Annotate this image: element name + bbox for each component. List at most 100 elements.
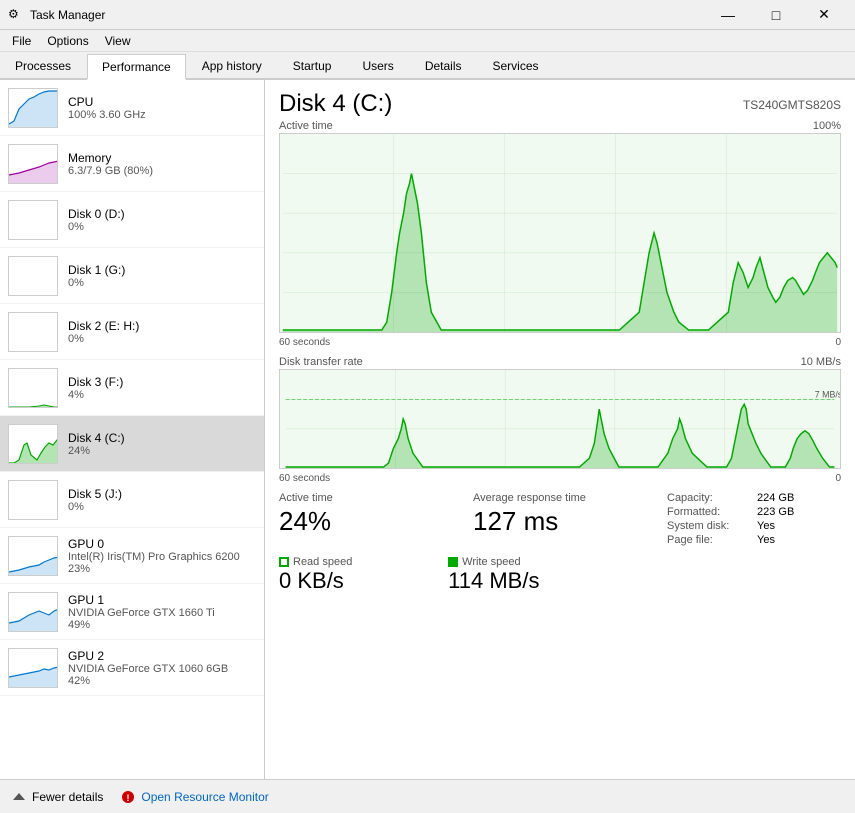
sidebar-item-disk3[interactable]: Disk 3 (F:) 4% (0, 360, 264, 416)
active-time-time-labels: 60 seconds 0 (279, 337, 841, 348)
open-resource-monitor-button[interactable]: ! Open Resource Monitor (119, 788, 268, 806)
sidebar-item-disk2[interactable]: Disk 2 (E: H:) 0% (0, 304, 264, 360)
tab-users[interactable]: Users (347, 52, 408, 78)
gpu1-info: GPU 1 NVIDIA GeForce GTX 1660 Ti 49% (68, 593, 256, 631)
disk5-name: Disk 5 (J:) (68, 487, 256, 501)
transfer-rate-label-row: Disk transfer rate 10 MB/s (279, 356, 841, 368)
maximize-button[interactable]: □ (753, 0, 799, 30)
menu-bar: File Options View (0, 30, 855, 52)
disk0-value: 0% (68, 221, 256, 233)
sidebar-item-gpu1[interactable]: GPU 1 NVIDIA GeForce GTX 1660 Ti 49% (0, 584, 264, 640)
gpu0-value: Intel(R) Iris(TM) Pro Graphics 6200 (68, 551, 256, 563)
write-speed-label-row: Write speed (448, 556, 597, 568)
memory-name: Memory (68, 151, 256, 165)
disk5-thumbnail (8, 480, 58, 520)
gpu2-thumbnail (8, 648, 58, 688)
page-file-row: Page file: Yes (667, 534, 841, 546)
disk3-thumbnail (8, 368, 58, 408)
speed-block: Read speed 0 KB/s Write speed 114 MB/s (279, 556, 841, 594)
sidebar-item-disk0[interactable]: Disk 0 (D:) 0% (0, 192, 264, 248)
tab-bar: Processes Performance App history Startu… (0, 52, 855, 80)
disk1-info: Disk 1 (G:) 0% (68, 263, 256, 289)
system-disk-val: Yes (757, 520, 775, 532)
write-speed-dot (448, 557, 458, 567)
active-time-stat-label: Active time (279, 492, 453, 504)
disk0-info: Disk 0 (D:) 0% (68, 207, 256, 233)
write-speed-item: Write speed 114 MB/s (448, 556, 597, 594)
system-disk-key: System disk: (667, 520, 757, 532)
disk2-info: Disk 2 (E: H:) 0% (68, 319, 256, 345)
gpu0-percent: 23% (68, 563, 256, 575)
menu-file[interactable]: File (4, 32, 39, 50)
fewer-details-label: Fewer details (32, 790, 103, 804)
tab-startup[interactable]: Startup (278, 52, 347, 78)
page-file-val: Yes (757, 534, 775, 546)
sidebar-item-cpu[interactable]: CPU 100% 3.60 GHz (0, 80, 264, 136)
tab-details[interactable]: Details (410, 52, 477, 78)
close-button[interactable]: ✕ (801, 0, 847, 30)
cpu-thumbnail (8, 88, 58, 128)
formatted-row: Formatted: 223 GB (667, 506, 841, 518)
sidebar-item-disk4[interactable]: Disk 4 (C:) 24% (0, 416, 264, 472)
active-time-chart (279, 133, 841, 333)
disk4-thumbnail (8, 424, 58, 464)
system-disk-row: System disk: Yes (667, 520, 841, 532)
tab-app-history[interactable]: App history (187, 52, 277, 78)
avg-response-value: 127 ms (473, 506, 647, 537)
gpu1-percent: 49% (68, 619, 256, 631)
memory-thumbnail (8, 144, 58, 184)
svg-text:!: ! (127, 793, 130, 803)
active-time-60s: 60 seconds (279, 337, 330, 348)
disk-model: TS240GMTS820S (743, 98, 841, 112)
read-speed-label: Read speed (293, 556, 352, 568)
avg-response-label: Average response time (473, 492, 647, 504)
active-time-label-row: Active time 100% (279, 120, 841, 132)
disk4-name: Disk 4 (C:) (68, 431, 256, 445)
menu-options[interactable]: Options (39, 32, 96, 50)
resource-monitor-icon: ! (119, 788, 137, 806)
sidebar-item-disk5[interactable]: Disk 5 (J:) 0% (0, 472, 264, 528)
disk-info-grid: Capacity: 224 GB Formatted: 223 GB Syste… (667, 492, 841, 548)
svg-text:7 MB/s: 7 MB/s (815, 389, 840, 399)
page-file-key: Page file: (667, 534, 757, 546)
disk2-value: 0% (68, 333, 256, 345)
disk3-name: Disk 3 (F:) (68, 375, 256, 389)
tab-processes[interactable]: Processes (0, 52, 86, 78)
fewer-details-button[interactable]: Fewer details (10, 788, 103, 806)
formatted-key: Formatted: (667, 506, 757, 518)
cpu-info: CPU 100% 3.60 GHz (68, 95, 256, 121)
transfer-rate-max: 10 MB/s (801, 356, 841, 368)
tab-services[interactable]: Services (478, 52, 554, 78)
tab-performance[interactable]: Performance (87, 54, 186, 80)
disk1-value: 0% (68, 277, 256, 289)
gpu1-value: NVIDIA GeForce GTX 1660 Ti (68, 607, 256, 619)
active-time-stat: Active time 24% (279, 492, 453, 548)
disk5-value: 0% (68, 501, 256, 513)
gpu0-thumbnail (8, 536, 58, 576)
gpu2-percent: 42% (68, 675, 256, 687)
avg-response-stat: Average response time 127 ms (473, 492, 647, 548)
gpu2-name: GPU 2 (68, 649, 256, 663)
active-time-0s: 0 (835, 337, 841, 348)
transfer-time-labels: 60 seconds 0 (279, 473, 841, 484)
sidebar-item-memory[interactable]: Memory 6.3/7.9 GB (80%) (0, 136, 264, 192)
disk4-info: Disk 4 (C:) 24% (68, 431, 256, 457)
capacity-row: Capacity: 224 GB (667, 492, 841, 504)
sidebar-item-gpu2[interactable]: GPU 2 NVIDIA GeForce GTX 1060 6GB 42% (0, 640, 264, 696)
disk-title: Disk 4 (C:) (279, 90, 392, 118)
memory-info: Memory 6.3/7.9 GB (80%) (68, 151, 256, 177)
disk2-name: Disk 2 (E: H:) (68, 319, 256, 333)
cpu-name: CPU (68, 95, 256, 109)
write-speed-label: Write speed (462, 556, 521, 568)
sidebar-item-gpu0[interactable]: GPU 0 Intel(R) Iris(TM) Pro Graphics 620… (0, 528, 264, 584)
minimize-button[interactable]: — (705, 0, 751, 30)
bottom-bar: Fewer details ! Open Resource Monitor (0, 779, 855, 813)
sidebar-item-disk1[interactable]: Disk 1 (G:) 0% (0, 248, 264, 304)
menu-view[interactable]: View (97, 32, 139, 50)
capacity-val: 224 GB (757, 492, 794, 504)
disk1-thumbnail (8, 256, 58, 296)
sidebar: CPU 100% 3.60 GHz Memory 6.3/7.9 GB (80%… (0, 80, 265, 779)
disk5-info: Disk 5 (J:) 0% (68, 487, 256, 513)
active-time-max: 100% (813, 120, 841, 132)
active-time-stat-value: 24% (279, 506, 453, 537)
